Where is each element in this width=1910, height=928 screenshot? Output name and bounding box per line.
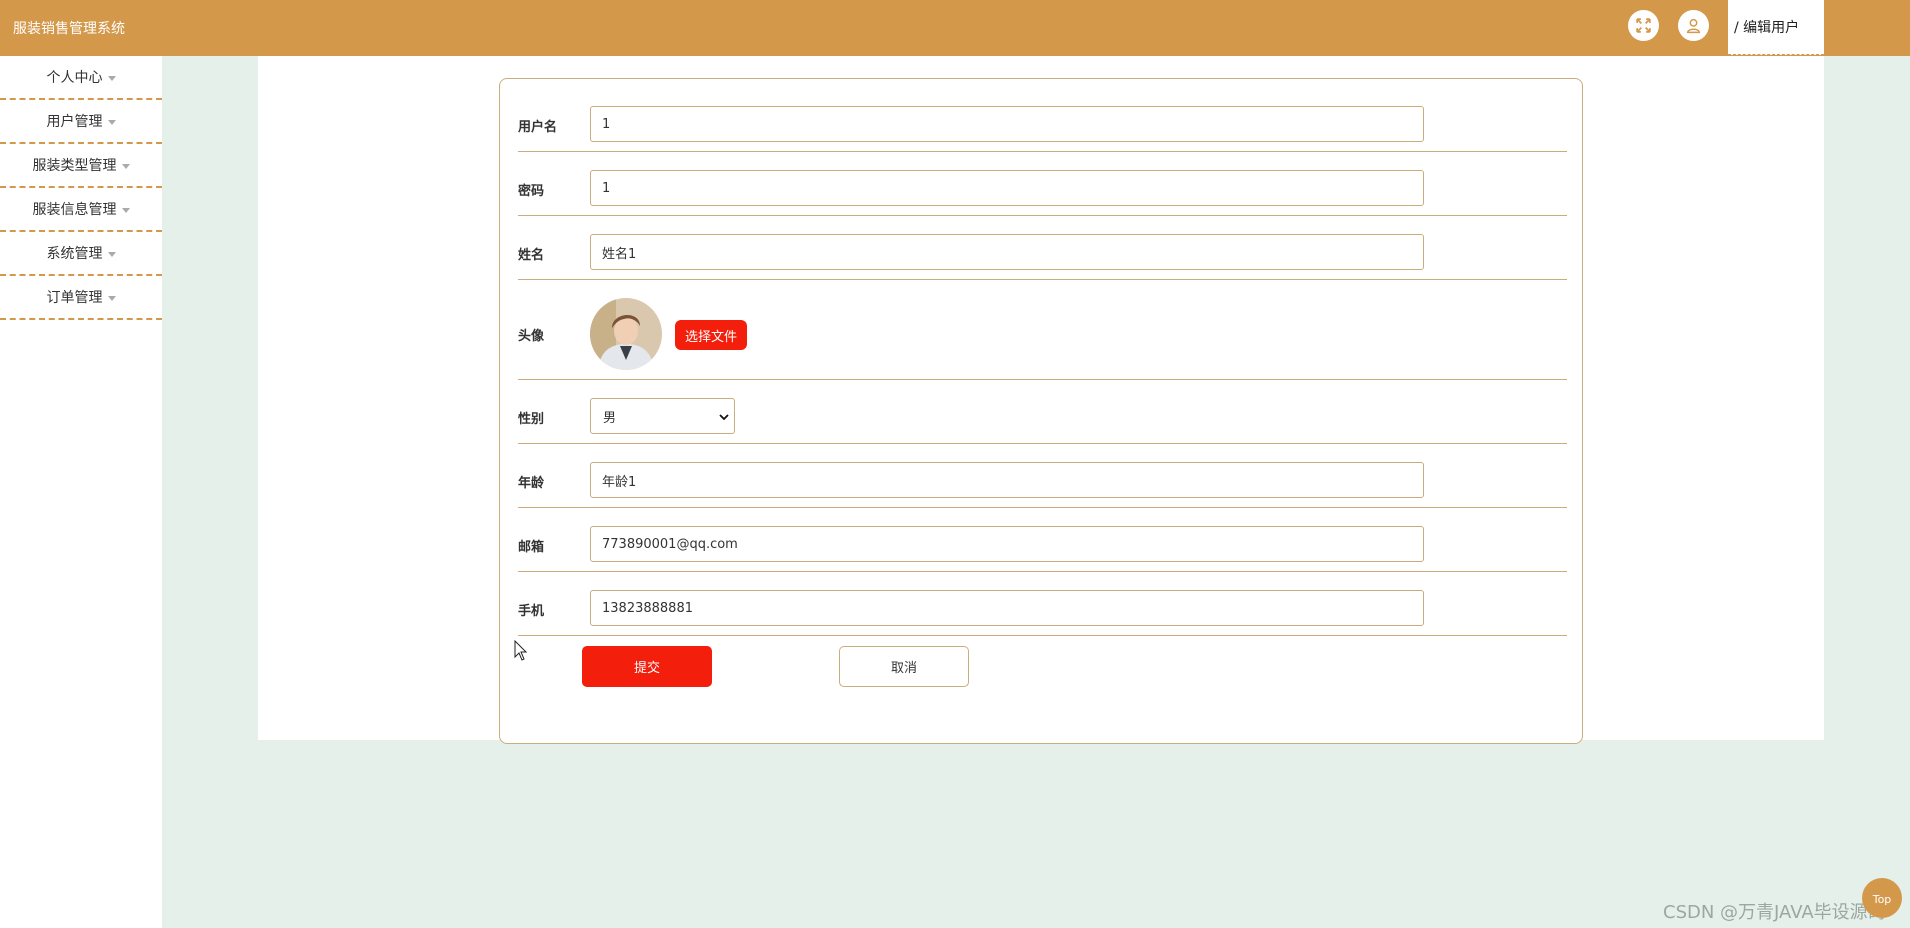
password-label: 密码: [518, 184, 545, 199]
fullscreen-icon[interactable]: [1628, 10, 1659, 41]
email-input[interactable]: [590, 526, 1424, 562]
caret-down-icon: [121, 163, 130, 169]
sidebar-item-label: 个人中心: [46, 70, 103, 86]
age-input[interactable]: [590, 462, 1424, 498]
sidebar-item-order-management[interactable]: 订单管理: [0, 276, 162, 320]
sidebar-item-label: 服装信息管理: [32, 202, 117, 218]
username-input[interactable]: [590, 106, 1424, 142]
form-row-email: 邮箱: [518, 508, 1567, 572]
phone-input[interactable]: [590, 590, 1424, 626]
form-row-age: 年龄: [518, 444, 1567, 508]
submit-button[interactable]: 提交: [582, 646, 712, 687]
back-to-top-button[interactable]: Top: [1862, 878, 1902, 918]
avatar-image: [590, 298, 662, 370]
mouse-cursor-icon: [514, 640, 528, 661]
edit-user-form: 用户名 密码 姓名 头像 选择文件 性别 男: [499, 78, 1583, 744]
form-row-phone: 手机: [518, 572, 1567, 636]
chevron-down-icon: [719, 414, 729, 421]
sidebar-item-label: 订单管理: [46, 290, 103, 306]
email-label: 邮箱: [518, 540, 545, 555]
gender-select[interactable]: 男: [590, 398, 735, 434]
breadcrumb[interactable]: / 编辑用户: [1728, 0, 1824, 55]
form-row-gender: 性别 男: [518, 380, 1567, 444]
avatar-label: 头像: [518, 329, 545, 344]
sidebar-item-label: 系统管理: [46, 246, 103, 262]
sidebar: 个人中心 用户管理 服装类型管理 服装信息管理 系统管理 订单管理: [0, 56, 162, 928]
age-label: 年龄: [518, 476, 545, 491]
caret-down-icon: [107, 75, 116, 81]
username-label: 用户名: [518, 120, 558, 135]
name-label: 姓名: [518, 248, 545, 263]
caret-down-icon: [107, 251, 116, 257]
sidebar-item-label: 用户管理: [46, 114, 103, 130]
gender-selected-value: 男: [603, 410, 617, 426]
form-row-password: 密码: [518, 152, 1567, 216]
sidebar-item-label: 服装类型管理: [32, 158, 117, 174]
cancel-button[interactable]: 取消: [839, 646, 969, 687]
choose-file-button[interactable]: 选择文件: [675, 320, 747, 350]
sidebar-item-user-management[interactable]: 用户管理: [0, 100, 162, 144]
sidebar-item-clothing-info-management[interactable]: 服装信息管理: [0, 188, 162, 232]
name-input[interactable]: [590, 234, 1424, 270]
phone-label: 手机: [518, 604, 545, 619]
caret-down-icon: [107, 119, 116, 125]
password-input[interactable]: [590, 170, 1424, 206]
form-row-name: 姓名: [518, 216, 1567, 280]
gender-label: 性别: [518, 412, 545, 427]
top-header: 服装销售管理系统 / 编辑用户: [0, 0, 1910, 56]
app-title: 服装销售管理系统: [13, 21, 125, 37]
sidebar-item-system-management[interactable]: 系统管理: [0, 232, 162, 276]
form-row-avatar: 头像 选择文件: [518, 280, 1567, 380]
watermark: CSDN @万青JAVA毕设源码: [1663, 902, 1886, 923]
caret-down-icon: [107, 295, 116, 301]
sidebar-item-clothing-type-management[interactable]: 服装类型管理: [0, 144, 162, 188]
user-icon[interactable]: [1678, 10, 1709, 41]
form-row-username: 用户名: [518, 79, 1567, 152]
caret-down-icon: [121, 207, 130, 213]
sidebar-item-personal-center[interactable]: 个人中心: [0, 56, 162, 100]
